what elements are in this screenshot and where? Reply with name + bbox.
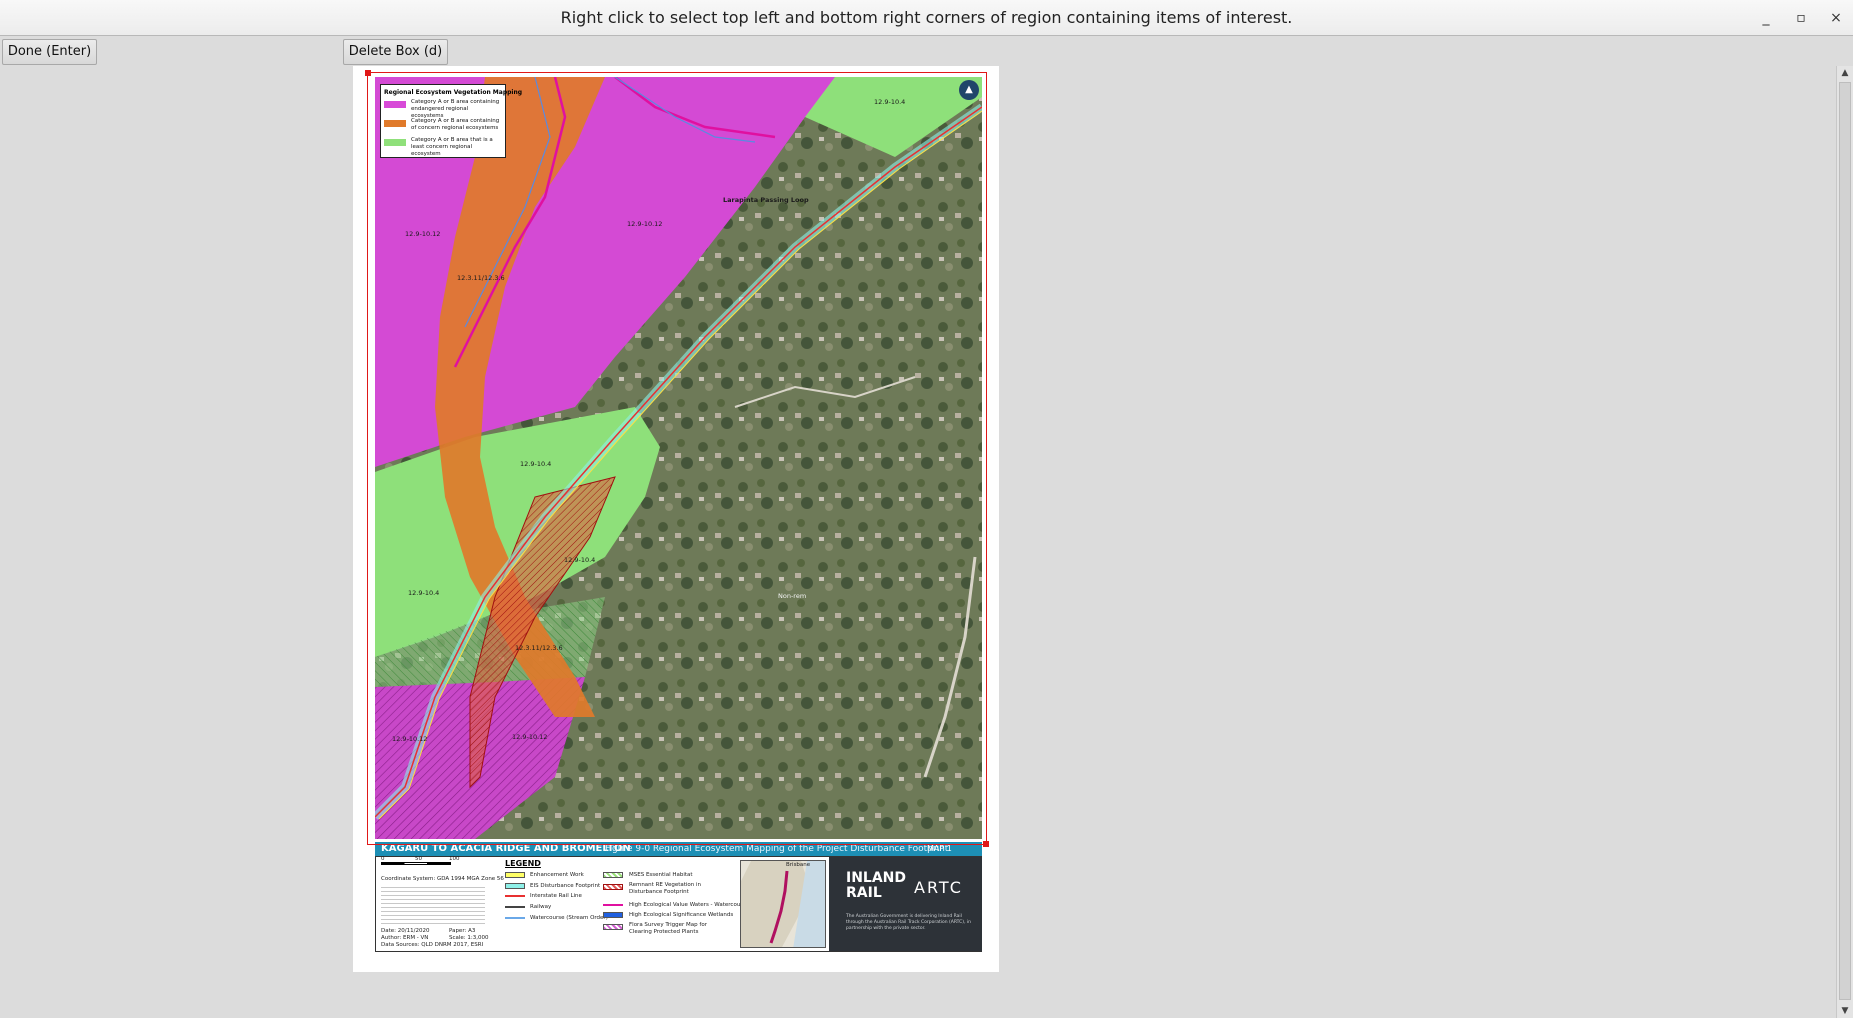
map-number: MAP 1	[927, 844, 952, 853]
inset-location-map	[740, 860, 826, 948]
legend-item: MSES Essential Habitat	[629, 872, 693, 878]
legend-swatch	[505, 872, 525, 878]
logo-text: INLAND	[846, 870, 907, 886]
legend-swatch	[505, 883, 525, 889]
disclaimer-text-block	[381, 884, 485, 924]
legend-title: LEGEND	[505, 859, 541, 868]
scale-tick: 0	[381, 856, 385, 862]
maximize-button[interactable]: ▫	[1789, 6, 1813, 30]
legend-swatch	[505, 906, 525, 908]
legend-item: Railway	[530, 904, 552, 910]
legend-swatch	[505, 895, 525, 897]
legend-swatch	[603, 872, 623, 878]
legend-item: High Ecological Significance Wetlands	[629, 912, 734, 918]
minimize-button[interactable]: _	[1754, 6, 1778, 30]
legend-item: Interstate Rail Line	[530, 893, 582, 899]
artc-logo: ARTC	[914, 878, 963, 897]
legend-swatch	[603, 884, 623, 890]
done-button[interactable]: Done (Enter)	[2, 39, 97, 65]
meta-paper: Paper: A3	[449, 928, 476, 934]
legend-item: Watercourse (Stream Order)	[530, 915, 608, 921]
window-titlebar: Right click to select top left and botto…	[0, 0, 1853, 36]
meta-scale: Scale: 1:3,000	[449, 935, 489, 941]
scroll-up-icon[interactable]: ▲	[1837, 66, 1853, 80]
meta-date: Date: 20/11/2020	[381, 928, 430, 934]
selection-box[interactable]	[367, 72, 987, 845]
inland-rail-logo: INLAND RAIL	[846, 871, 906, 901]
legend-swatch	[505, 917, 525, 919]
selection-corner-top-left[interactable]	[365, 70, 371, 76]
scale-bar	[381, 862, 451, 865]
legend-swatch	[603, 904, 623, 906]
legend-swatch	[603, 924, 623, 930]
legend-item: Enhancement Work	[530, 872, 584, 878]
legend-item: Flora Survey Trigger Map for Clearing Pr…	[629, 922, 707, 935]
vertical-scrollbar[interactable]: ▲ ▼	[1836, 66, 1853, 1018]
window-title: Right click to select top left and botto…	[560, 8, 1293, 27]
inset-label: Brisbane	[786, 862, 811, 868]
logo-text: RAIL	[846, 885, 882, 901]
meta-sources: Data Sources: QLD DNRM 2017, ESRI	[381, 942, 484, 948]
delete-box-button[interactable]: Delete Box (d)	[343, 39, 448, 65]
legend-item: High Ecological Value Waters - Watercour…	[629, 902, 749, 908]
coordinate-system: Coordinate System: GDA 1994 MGA Zone 56	[381, 876, 504, 882]
legend-item: Remnant RE Vegetation in Disturbance Foo…	[629, 882, 702, 895]
map-figure-title: Figure 9-0 Regional Ecosystem Mapping of…	[605, 844, 949, 854]
meta-author: Author: ERM - VN	[381, 935, 429, 941]
scroll-down-icon[interactable]: ▼	[1837, 1004, 1853, 1018]
legend-swatch	[603, 912, 623, 918]
legend-item: EIS Disturbance Footprint	[530, 883, 601, 889]
scale-tick: 50	[415, 856, 422, 862]
logo-disclaimer: The Australian Government is delivering …	[846, 914, 972, 931]
scrollbar-thumb[interactable]	[1839, 82, 1851, 1000]
selection-corner-bottom-right[interactable]	[983, 841, 989, 847]
close-button[interactable]: ×	[1824, 6, 1848, 30]
scale-tick: 100	[449, 856, 460, 862]
